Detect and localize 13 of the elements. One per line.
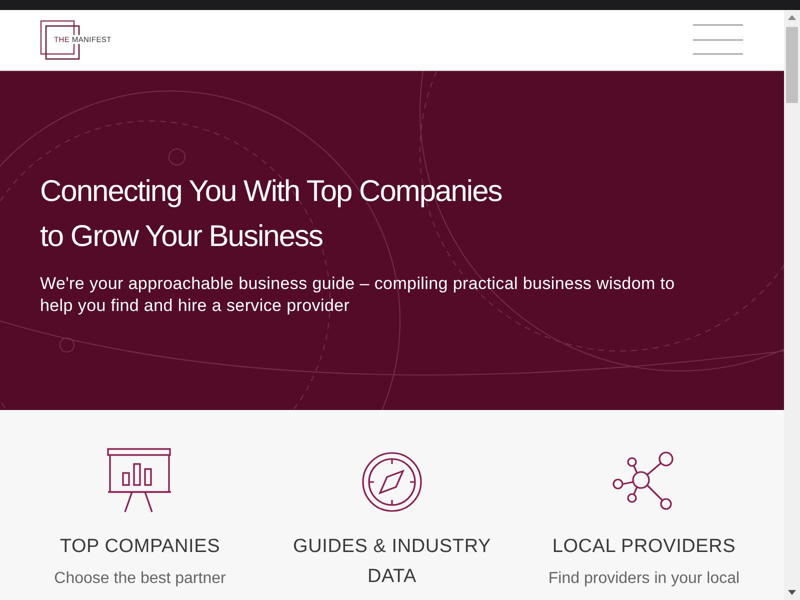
scroll-down-icon[interactable] [788,590,796,595]
hero-subtitle: We're your approachable business guide – compiling practical business wisdom to help you find and hire a service provider [40,273,676,317]
feature-title: GUIDES & INDUSTRY DATA [293,535,491,589]
menu-button[interactable] [693,24,743,56]
scrollbar[interactable] [784,10,800,600]
scroll-up-icon[interactable] [788,15,796,20]
feature-title: TOP COMPANIES [60,535,220,559]
menu-icon [693,24,743,56]
feature-description: Find providers in your local [548,569,740,589]
scrollbar-thumb[interactable] [786,27,798,103]
feature-title: LOCAL PROVIDERS [552,535,736,559]
hero-title: Connecting You With Top Companies to Grow Your Business [40,174,503,255]
feature-description: Choose the best partner [54,569,226,589]
